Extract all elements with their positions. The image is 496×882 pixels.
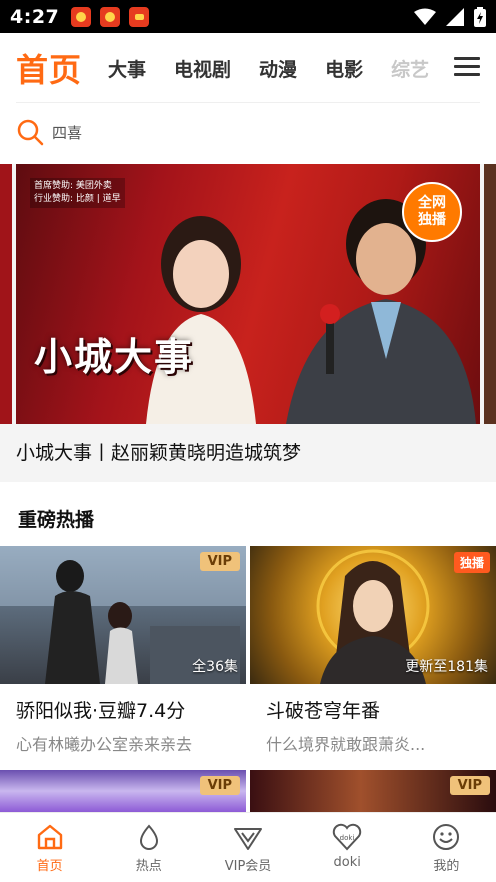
tab-home[interactable]: 首页 (16, 45, 82, 91)
svg-text:doki: doki (340, 834, 355, 842)
hero-next-peek (484, 164, 496, 424)
notification-app-icon (71, 6, 92, 27)
exclusive-badge: 全网 独播 (402, 182, 462, 242)
hero-caption[interactable]: 小城大事丨赵丽颖黄晓明造城筑梦 (16, 438, 301, 465)
tab-tv-series[interactable]: 电视剧 (174, 55, 231, 82)
vip-badge: VIP (199, 776, 240, 795)
search-icon (17, 119, 44, 146)
divider (16, 102, 480, 103)
card-title[interactable]: 斗破苍穹年番 (266, 696, 496, 723)
episode-count: 全36集 (192, 659, 238, 675)
signal-icon (446, 7, 464, 26)
card-title[interactable]: 骄阳似我·豆瓣7.4分 (16, 696, 246, 723)
video-card[interactable]: VIP (250, 770, 496, 812)
home-icon (37, 824, 62, 850)
hero-sponsor-credit: 首席赞助: 美团外卖 行业赞助: 比颜 | 道早 (30, 178, 125, 208)
smiley-icon (433, 824, 460, 850)
nav-vip[interactable]: VIP会员 (198, 813, 297, 882)
tab-movies[interactable]: 电影 (325, 55, 363, 82)
video-thumbnail[interactable]: VIP (250, 770, 496, 812)
tab-anime[interactable]: 动漫 (259, 55, 297, 82)
notification-app-icon (100, 6, 121, 27)
nav-me[interactable]: 我的 (397, 813, 496, 882)
hero-title-art: 小城大事 (34, 335, 195, 379)
flame-icon (139, 824, 158, 850)
video-card[interactable]: 独播 更新至181集 斗破苍穹年番 什么境界就敢跟萧炎... (250, 546, 496, 755)
vip-badge: VIP (199, 552, 240, 571)
hero-image[interactable]: 首席赞助: 美团外卖 行业赞助: 比颜 | 道早 小城大事 全网 独播 (16, 164, 480, 424)
card-subtitle: 什么境界就敢跟萧炎... (266, 735, 426, 754)
video-thumbnail[interactable]: VIP (0, 770, 246, 812)
channel-tabs: 首页 大事 电视剧 动漫 电影 综艺 (0, 33, 496, 103)
doki-heart-icon: doki (333, 823, 362, 851)
nav-doki[interactable]: doki doki (298, 813, 397, 882)
nav-home[interactable]: 首页 (0, 813, 99, 882)
status-time: 4:27 (10, 5, 60, 28)
nav-label: 首页 (36, 859, 63, 874)
episode-count: 更新至181集 (405, 659, 488, 675)
tab-dashi[interactable]: 大事 (108, 55, 146, 82)
card-subtitle: 心有林曦办公室亲来亲去 (16, 735, 193, 754)
nav-label: 热点 (135, 859, 162, 874)
nav-label: VIP会员 (224, 859, 272, 874)
battery-icon (474, 6, 486, 27)
bottom-nav: 首页 热点 VIP会员 doki doki 我的 (0, 812, 496, 882)
status-bar: 4:27 (0, 0, 496, 33)
notification-app-icon (129, 6, 150, 27)
exclusive-tag: 独播 (453, 552, 490, 573)
nav-label: doki (333, 855, 361, 870)
section-title: 重磅热播 (18, 509, 95, 531)
video-thumbnail[interactable]: VIP 全36集 (0, 546, 246, 684)
tab-variety[interactable]: 综艺 (391, 55, 429, 82)
vip-badge: VIP (449, 776, 490, 795)
hero-actress-figure (146, 216, 256, 424)
vip-icon (234, 828, 262, 850)
wifi-icon (414, 8, 436, 25)
hero-prev-peek (0, 164, 12, 424)
hero-banner[interactable]: 首席赞助: 美团外卖 行业赞助: 比颜 | 道早 小城大事 全网 独播 小城大事丨… (0, 164, 496, 482)
nav-label: 我的 (433, 859, 460, 874)
channel-menu-button[interactable] (454, 57, 480, 77)
search-placeholder: 四喜 (52, 123, 83, 142)
video-thumbnail[interactable]: 独播 更新至181集 (250, 546, 496, 684)
search-bar[interactable]: 四喜 (16, 112, 480, 152)
video-card[interactable]: VIP (0, 770, 246, 812)
video-card[interactable]: VIP 全36集 骄阳似我·豆瓣7.4分 心有林曦办公室亲来亲去 (0, 546, 246, 755)
nav-hot[interactable]: 热点 (99, 813, 198, 882)
